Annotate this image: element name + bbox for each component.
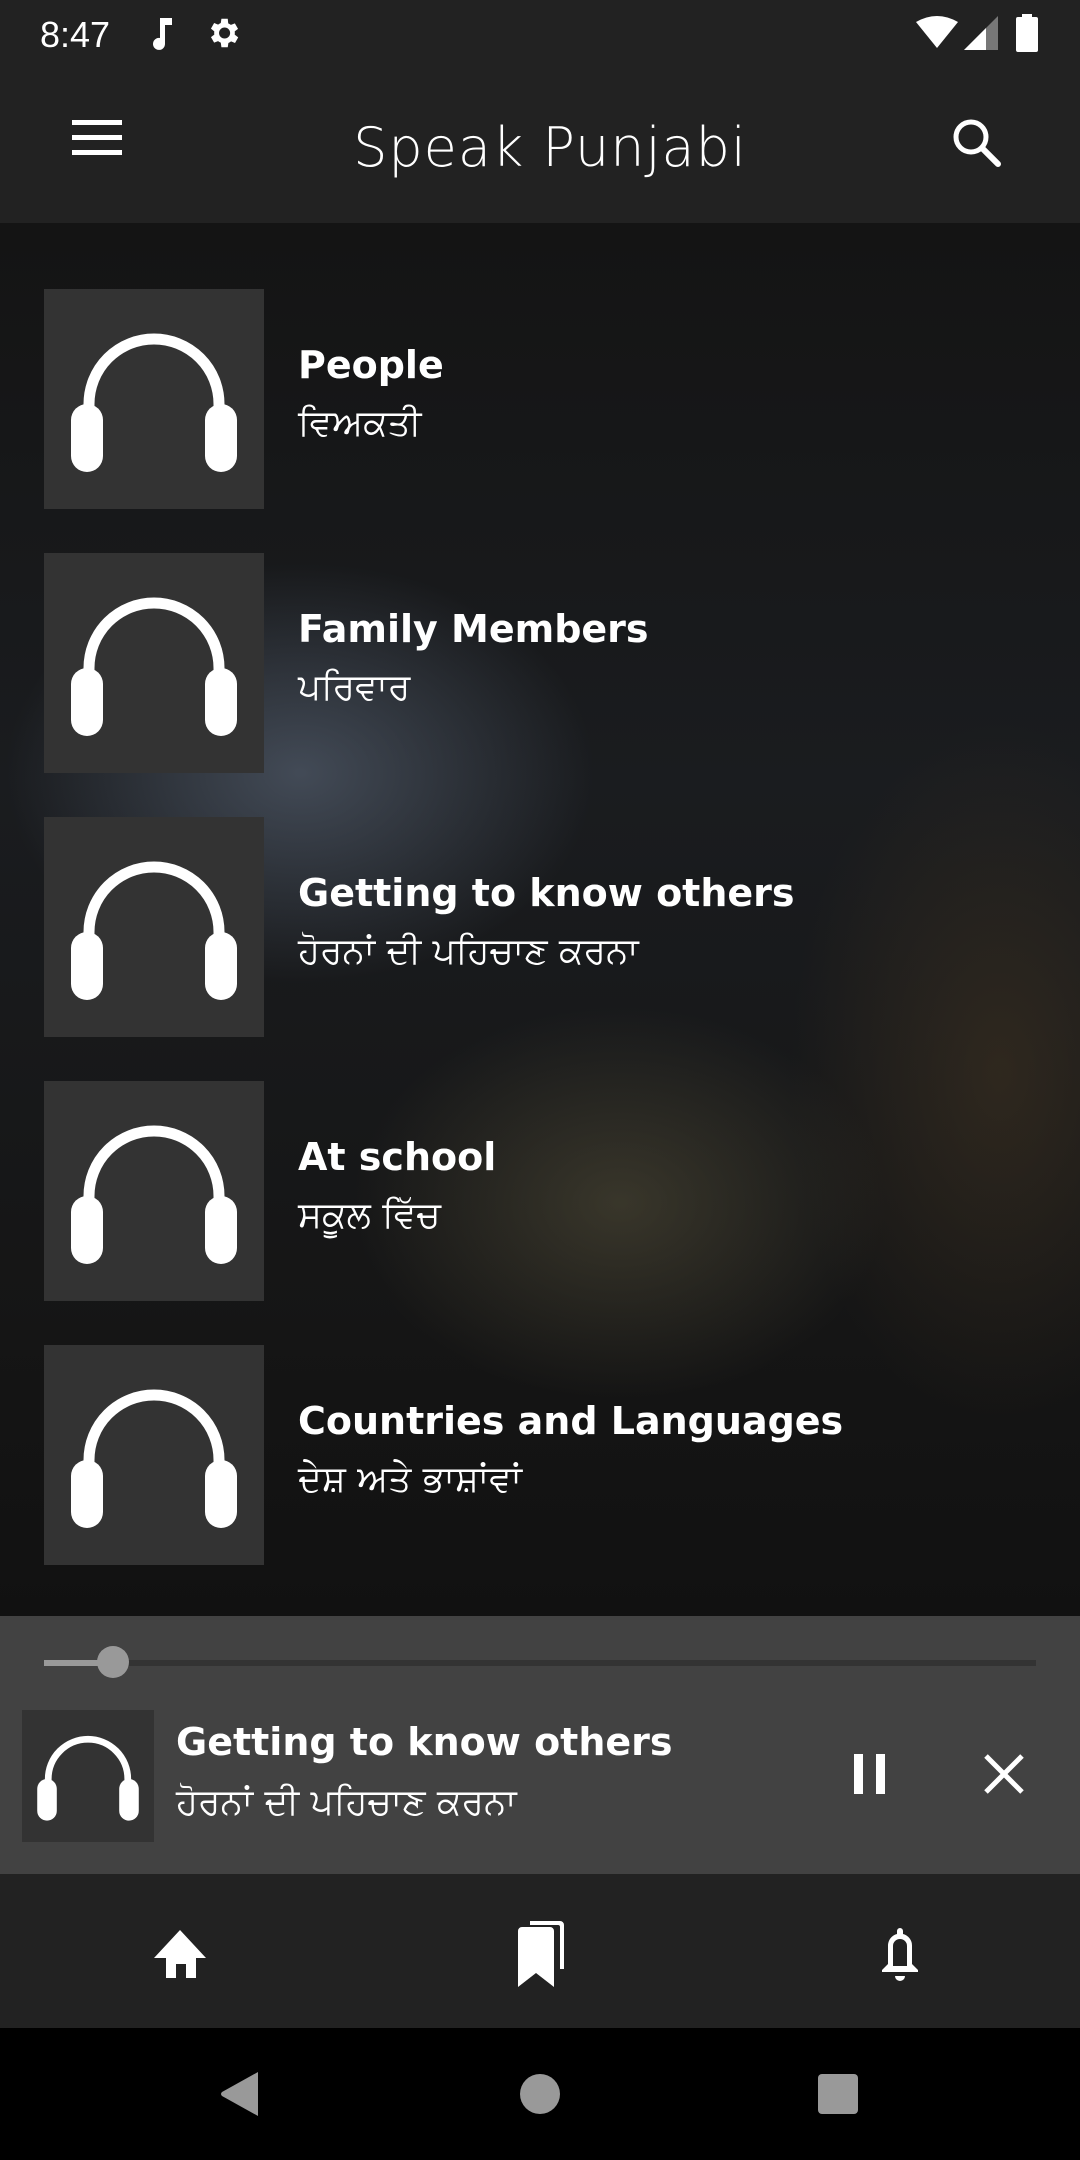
- bookmarks-icon: [518, 1921, 564, 1987]
- lesson-subtitle: ਹੋਰਨਾਂ ਦੀ ਪਹਿਚਾਣ ਕਰਨਾ: [298, 931, 639, 972]
- lesson-thumbnail: [44, 1081, 264, 1301]
- mini-player: Getting to know others ਹੋਰਨਾਂ ਦੀ ਪਹਿਚਾਣ …: [0, 1616, 1080, 1874]
- wifi-icon: [916, 16, 958, 54]
- lesson-list: People ਵਿਅਕਤੀ Family Members ਪਰਿਵਾਰ Gett…: [0, 223, 1080, 1616]
- lesson-thumbnail: [44, 289, 264, 509]
- recents-icon: [818, 2074, 858, 2114]
- bottom-navigation: [0, 1874, 1080, 2028]
- nav-bookmarks[interactable]: [500, 1914, 580, 1994]
- lesson-item-getting-to-know-others[interactable]: Getting to know others ਹੋਰਨਾਂ ਦੀ ਪਹਿਚਾਣ …: [0, 751, 1080, 1037]
- settings-gear-icon: [204, 14, 242, 56]
- headphones-icon: [37, 1735, 139, 1821]
- lesson-subtitle: ਪਰਿਵਾਰ: [298, 667, 411, 708]
- headphones-icon: [71, 1389, 237, 1528]
- pause-button[interactable]: [840, 1744, 900, 1804]
- player-subtitle: ਹੋਰਨਾਂ ਦੀ ਪਹਿਚਾਣ ਕਰਨਾ: [176, 1782, 517, 1823]
- lesson-item-family-members[interactable]: Family Members ਪਰਿਵਾਰ: [0, 487, 1080, 773]
- system-recents-button[interactable]: [808, 2064, 868, 2124]
- lesson-title: Countries and Languages: [298, 1399, 844, 1443]
- lesson-thumbnail: [44, 1345, 264, 1565]
- headphones-icon: [71, 861, 237, 1000]
- app-title: Speak Punjabi: [353, 116, 747, 179]
- bell-icon: [882, 1928, 918, 1981]
- close-icon: [984, 1754, 1024, 1794]
- pause-icon: [854, 1754, 885, 1794]
- lesson-item-people[interactable]: People ਵਿਅਕਤੀ: [0, 223, 1080, 509]
- seek-bar-thumb[interactable]: [97, 1646, 130, 1678]
- app-bar: Speak Punjabi: [0, 68, 1080, 223]
- lesson-title: Family Members: [298, 607, 649, 651]
- lesson-title: Getting to know others: [298, 871, 795, 915]
- status-bar: 8:47: [0, 0, 1080, 68]
- search-icon: [953, 119, 1001, 167]
- home-circle-icon: [520, 2074, 560, 2114]
- status-time: 8:47: [40, 14, 111, 55]
- lesson-subtitle: ਵਿਅਕਤੀ: [298, 403, 422, 444]
- seek-bar[interactable]: [44, 1646, 1036, 1678]
- battery-icon: [1016, 14, 1038, 56]
- system-navigation-bar: [0, 2028, 1080, 2160]
- lesson-subtitle: ਸਕੂਲ ਵਿੱਚ: [298, 1195, 441, 1236]
- headphones-icon: [71, 333, 237, 472]
- system-home-button[interactable]: [510, 2064, 570, 2124]
- system-back-button[interactable]: [210, 2064, 270, 2124]
- lesson-item-at-school[interactable]: At school ਸਕੂਲ ਵਿੱਚ: [0, 1015, 1080, 1301]
- lesson-item-countries-and-languages[interactable]: Countries and Languages ਦੇਸ਼ ਅਤੇ ਭਾਸ਼ਾਂਵ…: [0, 1279, 1080, 1565]
- lesson-thumbnail: [44, 817, 264, 1037]
- lesson-thumbnail: [44, 553, 264, 773]
- home-icon: [154, 1930, 206, 1978]
- player-thumbnail: [22, 1710, 154, 1842]
- headphones-icon: [71, 597, 237, 736]
- signal-icon: [964, 16, 998, 54]
- lesson-title: People: [298, 343, 444, 387]
- nav-home[interactable]: [140, 1914, 220, 1994]
- player-title: Getting to know others: [176, 1720, 673, 1764]
- lesson-subtitle: ਦੇਸ਼ ਅਤੇ ਭਾਸ਼ਾਂਵਾਂ: [298, 1459, 522, 1500]
- search-button[interactable]: [950, 116, 1010, 176]
- headphones-icon: [71, 1125, 237, 1264]
- close-player-button[interactable]: [974, 1744, 1034, 1804]
- lesson-title: At school: [298, 1135, 497, 1179]
- nav-notifications[interactable]: [860, 1914, 940, 1994]
- back-icon: [221, 2072, 258, 2116]
- music-note-icon: [148, 16, 178, 56]
